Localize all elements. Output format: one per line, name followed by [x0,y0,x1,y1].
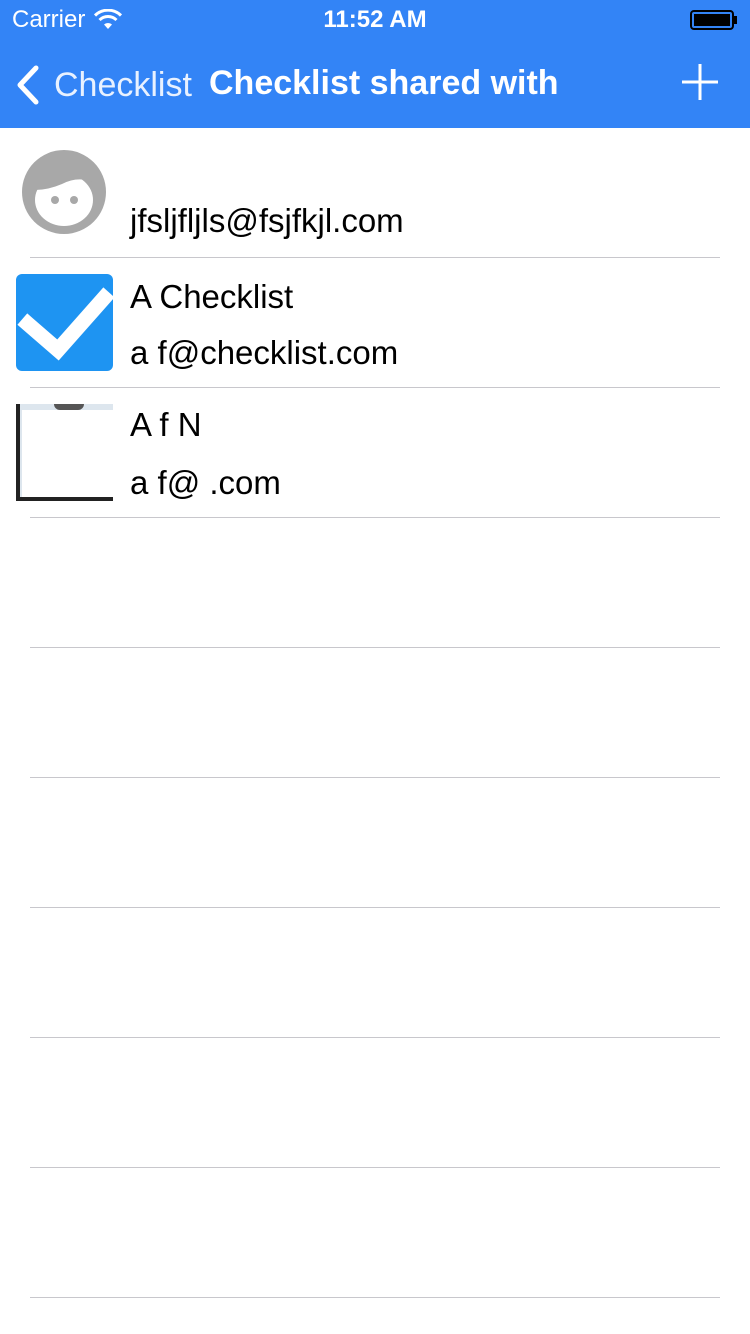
empty-row [0,778,750,908]
empty-row [0,1168,750,1298]
default-face-icon [22,150,106,234]
battery-icon [690,10,737,30]
empty-row [0,648,750,778]
header-bar: Carrier 11:52 AM Checklist Checklist sha… [0,0,750,128]
list-item[interactable]: jfsljfljls@fsjfkjl.com [0,128,750,258]
checklist-app-icon [16,274,113,371]
back-label: Checklist [54,65,192,104]
add-icon[interactable] [680,62,720,102]
navigation-bar: Checklist Checklist shared with [0,40,750,128]
status-bar: Carrier 11:52 AM [0,0,750,40]
empty-row [0,1038,750,1168]
page-title: Checklist shared with [209,64,559,102]
user-email: a f@checklist.com [130,334,399,371]
status-time: 11:52 AM [323,6,427,33]
user-email: jfsljfljls@fsjfkjl.com [130,202,404,239]
empty-row [0,908,750,1038]
user-email: a f@ .com [130,464,281,501]
empty-row [0,518,750,648]
photo-redaction [22,410,113,497]
user-name: A Checklist [130,278,294,315]
photo-avatar [16,404,113,501]
row-separator [30,1297,720,1298]
chevron-left-icon [17,65,39,105]
back-button[interactable]: Checklist [14,62,192,108]
list-item[interactable]: A f N a f@ .com [0,388,750,518]
list-item[interactable]: A Checklist a f@checklist.com [0,258,750,388]
user-name: A f N [130,406,202,443]
